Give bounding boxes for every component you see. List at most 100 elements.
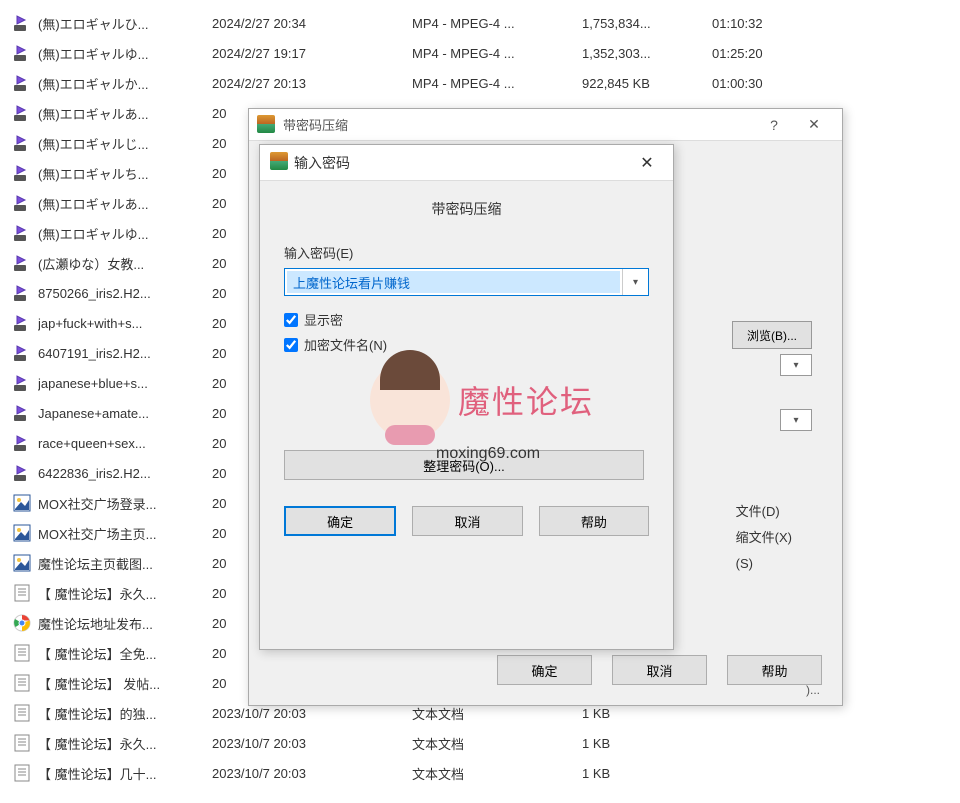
encrypt-filename-checkbox[interactable] <box>284 338 298 352</box>
show-password-checkbox-row[interactable]: 显示密 <box>284 310 649 329</box>
file-type: 文本文档 <box>412 704 582 723</box>
dialog-titlebar[interactable]: 带密码压缩 ? ✕ <box>249 109 842 141</box>
file-duration: 01:10:32 <box>712 16 812 31</box>
file-name: (広瀬ゆな）女教... <box>38 254 144 273</box>
file-row[interactable]: (無)エロギャルゆ...2024/2/27 19:17MP4 - MPEG-4 … <box>0 38 960 68</box>
file-date: 2023/10/7 20:03 <box>212 706 412 721</box>
file-name: (無)エロギャルあ... <box>38 194 149 213</box>
file-type: MP4 - MPEG-4 ... <box>412 76 582 91</box>
file-name: (無)エロギャルか... <box>38 74 149 93</box>
video-icon <box>12 223 32 243</box>
file-type: 文本文档 <box>412 764 582 783</box>
file-name: (無)エロギャルち... <box>38 164 149 183</box>
video-icon <box>12 103 32 123</box>
show-password-checkbox[interactable] <box>284 313 298 327</box>
file-row[interactable]: 【 魔性论坛】几十...2023/10/7 20:03文本文档1 KB <box>0 758 960 788</box>
file-size: 1 KB <box>582 766 712 781</box>
main-help-button[interactable]: 帮助 <box>727 655 822 685</box>
password-cancel-button[interactable]: 取消 <box>412 506 522 536</box>
file-name: jap+fuck+with+s... <box>38 316 142 331</box>
password-input-wrap: ▾ <box>284 268 649 296</box>
file-name: MOX社交广场登录... <box>38 494 156 513</box>
file-name: 6422836_iris2.H2... <box>38 466 151 481</box>
video-icon <box>12 163 32 183</box>
video-icon <box>12 313 32 333</box>
file-name: 魔性论坛主页截图... <box>38 554 153 573</box>
file-name: 【 魔性论坛】几十... <box>38 764 156 783</box>
file-name: MOX社交广场主页... <box>38 524 156 543</box>
video-icon <box>12 43 32 63</box>
file-row[interactable]: 【 魔性论坛】永久...2023/10/7 20:03文本文档1 KB <box>0 728 960 758</box>
password-dropdown-button[interactable]: ▾ <box>622 269 648 295</box>
file-name: 魔性论坛地址发布... <box>38 614 153 633</box>
video-icon <box>12 373 32 393</box>
file-name: 6407191_iris2.H2... <box>38 346 151 361</box>
image-icon <box>12 553 32 573</box>
file-date: 2023/10/7 20:03 <box>212 736 412 751</box>
image-icon <box>12 493 32 513</box>
video-icon <box>12 403 32 423</box>
file-name: 【 魔性论坛】全免... <box>38 644 156 663</box>
file-name: (無)エロギャルじ... <box>38 134 149 153</box>
file-row[interactable]: (無)エロギャルひ... 2024/2/27 20:34MP4 - MPEG-4 … <box>0 8 960 38</box>
file-date: 2024/2/27 20:34 <box>212 16 412 31</box>
video-icon <box>12 433 32 453</box>
chevron-down-icon: ▾ <box>793 415 798 426</box>
video-icon <box>12 253 32 273</box>
winrar-icon <box>270 152 288 173</box>
file-name: (無)エロギャルゆ... <box>38 224 149 243</box>
show-password-label: 显示密 <box>304 310 343 329</box>
video-icon <box>12 133 32 153</box>
video-icon <box>12 193 32 213</box>
browse-button[interactable]: 浏览(B)... <box>732 321 812 349</box>
file-size: 922,845 KB <box>582 76 712 91</box>
side-help-fragment: )... <box>806 683 820 697</box>
text-icon <box>12 703 32 723</box>
file-name: Japanese+amate... <box>38 406 149 421</box>
password-title-text: 输入密码 <box>294 153 631 173</box>
password-help-button[interactable]: 帮助 <box>539 506 649 536</box>
encrypt-filename-checkbox-row[interactable]: 加密文件名(N) <box>284 335 649 354</box>
password-dialog: 输入密码 ✕ 带密码压缩 输入密码(E) ▾ 显示密 加密文件名(N) 整理密码… <box>259 144 674 650</box>
file-name: 【 魔性论坛】 发帖... <box>38 674 160 693</box>
password-ok-button[interactable]: 确定 <box>284 506 396 536</box>
side-option-labels: 文件(D) 缩文件(X) (S) <box>736 499 792 577</box>
option-s-label: (S) <box>736 551 792 577</box>
close-button[interactable]: ✕ <box>631 149 663 177</box>
file-duration: 01:25:20 <box>712 46 812 61</box>
chevron-down-icon: ▾ <box>793 360 798 371</box>
video-icon <box>12 13 32 33</box>
chevron-down-icon: ▾ <box>633 277 638 288</box>
file-duration: 01:00:30 <box>712 76 812 91</box>
file-type: MP4 - MPEG-4 ... <box>412 16 582 31</box>
close-button[interactable]: ✕ <box>794 111 834 139</box>
password-titlebar[interactable]: 输入密码 ✕ <box>260 145 673 181</box>
help-button[interactable]: ? <box>754 111 794 139</box>
chrome-icon <box>12 613 32 633</box>
file-name: 【 魔性论坛】永久... <box>38 584 156 603</box>
file-name: japanese+blue+s... <box>38 376 148 391</box>
file-name: race+queen+sex... <box>38 436 146 451</box>
video-icon <box>12 73 32 93</box>
file-size: 1,753,834... <box>582 16 712 31</box>
file-name: 【 魔性论坛】永久... <box>38 734 156 753</box>
video-icon <box>12 283 32 303</box>
image-icon <box>12 523 32 543</box>
video-icon <box>12 343 32 363</box>
password-input[interactable] <box>287 271 620 293</box>
text-icon <box>12 673 32 693</box>
file-name: (無)エロギャルゆ... <box>38 44 149 63</box>
file-size: 1,352,303... <box>582 46 712 61</box>
password-heading: 带密码压缩 <box>260 181 673 243</box>
winrar-icon <box>257 115 277 135</box>
file-date: 2024/2/27 20:13 <box>212 76 412 91</box>
file-type: 文本文档 <box>412 734 582 753</box>
main-ok-button[interactable]: 确定 <box>497 655 592 685</box>
file-name: 8750266_iris2.H2... <box>38 286 151 301</box>
file-row[interactable]: (無)エロギャルか... 2024/2/27 20:13MP4 - MPEG-4 … <box>0 68 960 98</box>
option-dropdown[interactable]: ▾ <box>780 409 812 431</box>
archive-dropdown[interactable]: ▾ <box>780 354 812 376</box>
file-name: (無)エロギャルひ... <box>38 14 149 33</box>
main-cancel-button[interactable]: 取消 <box>612 655 707 685</box>
file-size: 1 KB <box>582 706 712 721</box>
